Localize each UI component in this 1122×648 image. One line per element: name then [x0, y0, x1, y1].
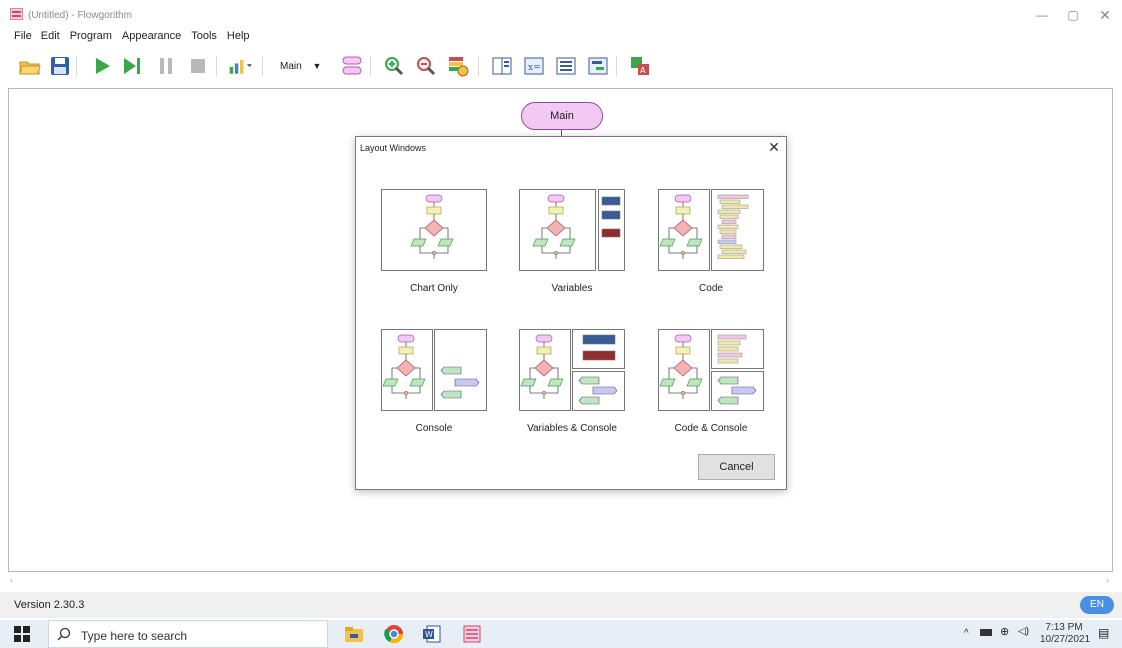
option-label: Chart Only	[410, 283, 458, 294]
svg-text:W: W	[425, 630, 433, 639]
menu-help[interactable]: Help	[227, 30, 250, 46]
pause-icon[interactable]	[154, 54, 178, 78]
network-icon[interactable]: ⊕	[1000, 625, 1009, 638]
option-label: Variables	[551, 283, 593, 294]
dialog-title: Layout Windows	[360, 143, 427, 153]
layout-option-code-console[interactable]: Code & Console	[658, 329, 768, 439]
function-manager-icon[interactable]	[340, 54, 364, 78]
toolbar: Main ▼ x= A	[14, 52, 674, 82]
layout-option-chart-only[interactable]: Chart Only	[381, 189, 491, 299]
option-label: Code & Console	[674, 423, 748, 434]
clock-date[interactable]: 10/27/2021	[1040, 634, 1090, 645]
language-badge[interactable]: EN	[1080, 596, 1114, 614]
code-thumbnail	[658, 189, 764, 271]
menu-file[interactable]: File	[14, 30, 32, 46]
variables-thumbnail	[519, 189, 625, 271]
layout-windows-icon[interactable]	[490, 54, 514, 78]
menu-appearance[interactable]: Appearance	[122, 30, 181, 46]
save-icon[interactable]	[48, 54, 72, 78]
notification-icon[interactable]: ▤	[1098, 626, 1109, 640]
title-bar: (Untitled) - Flowgorithm — ▢ ✕	[0, 0, 1122, 28]
variables-icon[interactable]: x=	[522, 54, 546, 78]
chart-only-thumbnail	[381, 189, 487, 271]
taskbar-search-input[interactable]: Type here to search	[48, 620, 328, 648]
zoom-out-icon[interactable]	[414, 54, 438, 78]
windows-taskbar: Type here to search W ^ ⊕ ◁) 7:13 PM 10/…	[0, 620, 1122, 648]
battery-icon[interactable]	[980, 629, 992, 636]
chevron-up-icon[interactable]: ^	[964, 628, 969, 639]
run-icon[interactable]	[90, 54, 114, 78]
function-select[interactable]: Main ▼	[280, 61, 321, 72]
svg-text:x=: x=	[528, 63, 541, 73]
open-folder-icon[interactable]	[18, 54, 42, 78]
code-console-thumbnail	[658, 329, 764, 411]
system-tray: ^ ⊕ ◁) 7:13 PM 10/27/2021 ▤	[960, 620, 1120, 648]
layout-option-variables[interactable]: Variables	[519, 189, 629, 299]
console-icon[interactable]	[586, 54, 610, 78]
console-thumbnail	[381, 329, 487, 411]
version-label: Version 2.30.3	[14, 599, 85, 611]
menu-tools[interactable]: Tools	[191, 30, 217, 46]
window-title: (Untitled) - Flowgorithm	[28, 10, 132, 21]
volume-icon[interactable]: ◁)	[1018, 626, 1029, 637]
dialog-close-icon[interactable]: ✕	[766, 139, 782, 156]
zoom-in-icon[interactable]	[382, 54, 406, 78]
stop-icon[interactable]	[186, 54, 210, 78]
variables-console-thumbnail	[519, 329, 625, 411]
windows-start-icon[interactable]	[14, 626, 30, 642]
step-icon[interactable]	[120, 54, 144, 78]
scroll-right-icon[interactable]: ›	[1106, 575, 1109, 585]
horizontal-scrollbar[interactable]: ‹ ›	[8, 573, 1113, 589]
generate-icon[interactable]	[446, 54, 470, 78]
chevron-down-icon: ▼	[312, 61, 322, 71]
search-icon	[57, 627, 71, 641]
file-explorer-icon[interactable]	[344, 624, 364, 644]
main-start-node[interactable]: Main	[521, 102, 603, 130]
layout-option-variables-console[interactable]: Variables & Console	[519, 329, 629, 439]
option-label: Variables & Console	[527, 423, 617, 434]
speed-icon[interactable]	[228, 54, 252, 78]
menu-edit[interactable]: Edit	[41, 30, 60, 46]
scroll-left-icon[interactable]: ‹	[10, 575, 13, 585]
status-bar: Version 2.30.3 EN	[0, 592, 1122, 618]
flowgorithm-taskbar-icon[interactable]	[462, 624, 482, 644]
layout-option-console[interactable]: Console	[381, 329, 491, 439]
minimize-button[interactable]: —	[1030, 6, 1054, 24]
flowgorithm-app-icon	[10, 8, 23, 20]
cancel-button[interactable]: Cancel	[698, 454, 775, 480]
chrome-icon[interactable]	[384, 624, 404, 644]
option-label: Console	[415, 423, 453, 434]
option-label: Code	[699, 283, 723, 294]
layout-option-code[interactable]: Code	[658, 189, 768, 299]
translate-icon[interactable]: A	[628, 54, 652, 78]
menu-bar: File Edit Program Appearance Tools Help	[14, 30, 260, 46]
search-placeholder: Type here to search	[81, 629, 188, 643]
word-icon[interactable]: W	[422, 624, 442, 644]
close-window-button[interactable]: ✕	[1093, 6, 1117, 24]
function-select-value: Main	[280, 61, 302, 72]
svg-text:A: A	[640, 66, 646, 75]
maximize-button[interactable]: ▢	[1061, 6, 1085, 24]
clock-time[interactable]: 7:13 PM	[1042, 622, 1086, 633]
layout-windows-dialog: Layout Windows ✕ Chart Only Variables Co…	[355, 136, 787, 490]
menu-program[interactable]: Program	[70, 30, 112, 46]
code-view-icon[interactable]	[554, 54, 578, 78]
